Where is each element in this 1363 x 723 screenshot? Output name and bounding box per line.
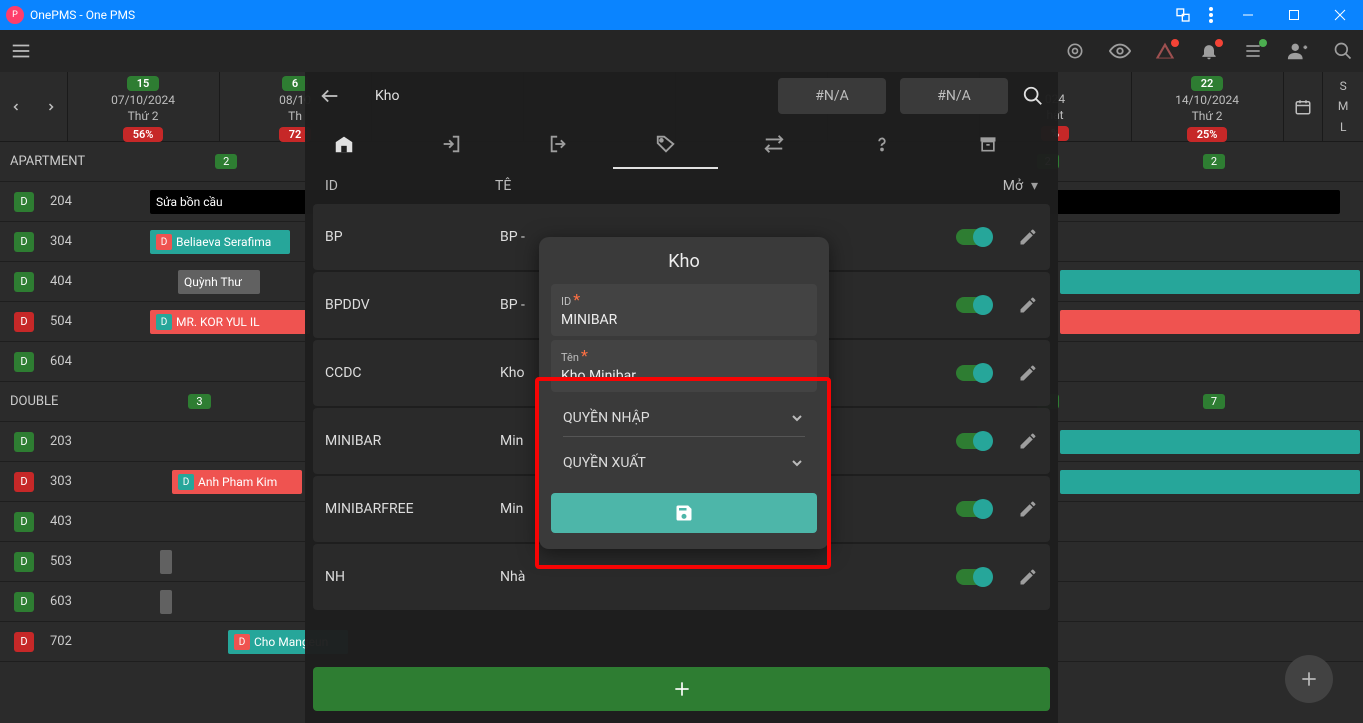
window-title: OnePMS - One PMS (30, 8, 135, 22)
window-close-button[interactable] (1317, 0, 1363, 30)
window-titlebar: P OnePMS - One PMS (0, 0, 1363, 30)
panel-title: Kho (375, 88, 399, 104)
field-id-label: ID (561, 295, 571, 308)
tab-import-icon[interactable] (440, 133, 492, 155)
panel-search-icon[interactable] (1022, 85, 1044, 107)
more-icon[interactable] (1197, 0, 1225, 30)
field-name-input[interactable] (561, 368, 807, 384)
translate-icon[interactable] (1169, 0, 1197, 30)
col-status-header[interactable]: Mở ▾ (1003, 178, 1038, 194)
na-button-2[interactable]: #N/A (900, 78, 1008, 114)
window-maximize-button[interactable] (1271, 0, 1317, 30)
tab-underline (613, 167, 718, 169)
overlay-scrim: Kho #N/A #N/A ID TÊ Mở (0, 72, 1363, 723)
edit-icon[interactable] (1018, 227, 1038, 247)
kho-list-row[interactable]: NHNhà (313, 544, 1050, 610)
calendar-area: 1507/10/2024Thứ 256%608/10Th72 024hật%22… (0, 72, 1363, 723)
bell-icon[interactable] (1199, 41, 1219, 61)
list-header: ID TÊ Mở ▾ (305, 168, 1058, 204)
row-toggle[interactable] (956, 501, 990, 517)
edit-icon[interactable] (1018, 567, 1038, 587)
kho-edit-dialog: Kho ID* Tên* QUYỀN NHẬP QUYỀN XUẤT (539, 237, 829, 549)
tab-warehouse-icon[interactable] (333, 133, 385, 155)
target-icon[interactable] (1065, 41, 1085, 61)
add-user-icon[interactable] (1287, 40, 1309, 62)
row-toggle[interactable] (956, 297, 990, 313)
panel-add-button[interactable] (313, 667, 1050, 711)
edit-icon[interactable] (1018, 499, 1038, 519)
tab-export-icon[interactable] (548, 133, 600, 155)
dialog-title: Kho (539, 251, 829, 272)
hamburger-menu-icon[interactable] (10, 40, 32, 62)
col-id-header[interactable]: ID (325, 178, 495, 194)
field-name-label: Tên (561, 351, 579, 364)
app-logo-icon: P (6, 6, 24, 24)
search-icon[interactable] (1333, 41, 1353, 61)
edit-icon[interactable] (1018, 363, 1038, 383)
field-id-input[interactable] (561, 312, 807, 328)
edit-icon[interactable] (1018, 295, 1038, 315)
window-minimize-button[interactable] (1225, 0, 1271, 30)
col-name-header[interactable]: TÊ (495, 178, 511, 194)
tab-help-icon[interactable] (871, 133, 923, 155)
eye-icon[interactable] (1109, 40, 1131, 62)
alert-icon[interactable] (1155, 41, 1175, 61)
field-name[interactable]: Tên* (551, 340, 817, 392)
highlight-box (535, 377, 831, 569)
tab-tag-icon[interactable] (655, 133, 707, 155)
field-id[interactable]: ID* (551, 284, 817, 336)
chevron-down-icon (789, 455, 805, 471)
perm-out-dropdown[interactable]: QUYỀN XUẤT (563, 455, 805, 471)
list-icon[interactable] (1243, 41, 1263, 61)
na-button-1[interactable]: #N/A (778, 78, 886, 114)
chevron-down-icon (789, 410, 805, 426)
perm-in-dropdown[interactable]: QUYỀN NHẬP (563, 410, 805, 426)
app-toolbar (0, 30, 1363, 72)
panel-tabbar (305, 120, 1058, 168)
row-toggle[interactable] (956, 229, 990, 245)
panel-back-icon[interactable] (319, 85, 341, 107)
dropdown-icon[interactable]: ▾ (1031, 178, 1038, 194)
dialog-save-button[interactable] (551, 493, 817, 533)
tab-archive-icon[interactable] (978, 134, 1030, 154)
edit-icon[interactable] (1018, 431, 1038, 451)
tab-transfer-icon[interactable] (763, 133, 815, 155)
row-toggle[interactable] (956, 433, 990, 449)
row-toggle[interactable] (956, 569, 990, 585)
row-toggle[interactable] (956, 365, 990, 381)
